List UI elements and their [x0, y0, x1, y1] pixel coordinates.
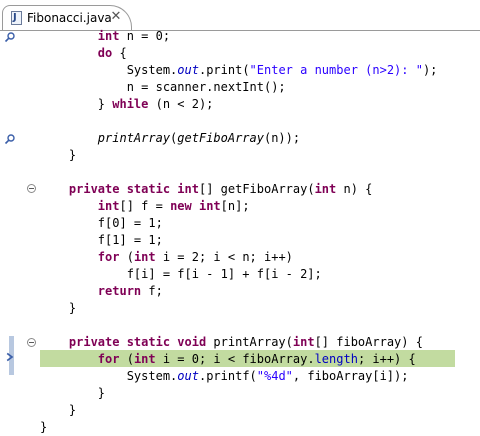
close-icon[interactable]: ✕: [109, 10, 123, 24]
code-line[interactable]: int[] f = new int[n];: [40, 198, 250, 215]
editor-tab-bar: J Fibonacci.java ✕: [0, 0, 480, 31]
search-occurrence-icon: [4, 134, 15, 145]
token-text: n = scanner.nextInt();: [40, 80, 286, 94]
token-text: n = 0;: [119, 29, 171, 43]
token-text: f;: [141, 284, 163, 298]
search-occurrence-icon: [4, 32, 15, 43]
code-line-current[interactable]: for (int i = 0; i < fiboArray.length; i+…: [40, 351, 416, 368]
token-kw: while: [112, 97, 149, 111]
token-field: out: [177, 369, 199, 383]
token-text: {: [112, 46, 127, 60]
token-kw: do: [97, 46, 113, 60]
token-text: f[0] = 1;: [40, 216, 163, 230]
token-kw: int: [97, 29, 120, 43]
token-text: }: [40, 97, 113, 111]
token-text: f[i] = f[i - 1] + f[i - 2];: [40, 267, 322, 281]
token-text: [] getFiboArray(: [198, 182, 315, 196]
token-text: [n];: [220, 199, 250, 213]
token-text: .print(: [198, 63, 250, 77]
token-text: ; i++) {: [357, 352, 416, 366]
token-text: (: [119, 352, 134, 366]
token-text: }: [40, 148, 77, 162]
token-ital: getFiboArray: [177, 131, 264, 145]
code-line[interactable]: f[1] = 1;: [40, 232, 163, 249]
token-kw: int: [97, 199, 120, 213]
token-kw: for: [97, 352, 120, 366]
token-kw: private static: [68, 182, 171, 196]
token-text: printArray(: [206, 335, 293, 349]
token-text: [] f =: [119, 199, 171, 213]
token-text: f[1] = 1;: [40, 233, 163, 247]
code-line[interactable]: for (int i = 2; i < n; i++): [40, 249, 293, 266]
token-text: (: [119, 250, 134, 264]
code-line[interactable]: System.out.print("Enter a number (n>2): …: [40, 62, 438, 79]
code-line[interactable]: } while (n < 2);: [40, 96, 214, 113]
token-text: i = 2; i < n; i++): [155, 250, 293, 264]
java-file-icon-letter: J: [13, 12, 17, 23]
token-kw: return: [97, 284, 142, 298]
token-text: .printf(: [198, 369, 257, 383]
token-kw: int: [177, 182, 199, 196]
token-text: n) {: [336, 182, 373, 196]
code-line[interactable]: }: [40, 402, 76, 419]
code-line[interactable]: return f;: [40, 283, 163, 300]
token-text: System.: [40, 63, 178, 77]
token-text: i = 0; i < fiboArray.: [155, 352, 315, 366]
token-kw: int: [133, 352, 156, 366]
code-line[interactable]: System.out.printf("%4d", fiboArray[i]);: [40, 368, 409, 385]
token-str: "Enter a number (n>2): ": [249, 63, 423, 77]
code-line[interactable]: n = scanner.nextInt();: [40, 79, 286, 96]
token-kw: int: [314, 182, 337, 196]
java-file-icon: J: [11, 11, 22, 25]
token-text: }: [40, 403, 77, 417]
tab-fibonacci-java[interactable]: J Fibonacci.java ✕: [2, 5, 132, 30]
token-field: out: [177, 63, 199, 77]
code-line[interactable]: }: [40, 419, 47, 436]
instruction-pointer-icon: [6, 352, 14, 362]
token-kw: for: [97, 250, 120, 264]
token-text: }: [40, 386, 106, 400]
token-ital: printArray: [97, 131, 171, 145]
token-text: (n < 2);: [148, 97, 214, 111]
code-line[interactable]: private static void printArray(int[] fib…: [40, 334, 423, 351]
code-line[interactable]: private static int[] getFiboArray(int n)…: [40, 181, 372, 198]
tab-title: Fibonacci.java: [27, 11, 112, 25]
code-line[interactable]: }: [40, 147, 76, 164]
fold-toggle-print-array[interactable]: [27, 338, 36, 347]
token-text: }: [40, 301, 77, 315]
token-text: (n));: [263, 131, 301, 145]
token-kw: int: [133, 250, 156, 264]
token-str: "%4d": [256, 369, 293, 383]
token-text: System.: [40, 369, 178, 383]
code-line[interactable]: printArray(getFiboArray(n));: [40, 130, 300, 147]
code-line[interactable]: }: [40, 385, 105, 402]
token-kw: int: [198, 199, 221, 213]
token-text: [] fiboArray) {: [314, 335, 423, 349]
token-text: , fiboArray[i]);: [292, 369, 409, 383]
token-field2: length: [314, 352, 358, 366]
code-line[interactable]: int n = 0;: [40, 28, 170, 45]
code-line[interactable]: do {: [40, 45, 127, 62]
code-line[interactable]: f[0] = 1;: [40, 215, 163, 232]
token-text: }: [40, 420, 48, 434]
code-line[interactable]: }: [40, 300, 76, 317]
token-kw: new: [170, 199, 192, 213]
token-text: );: [422, 63, 438, 77]
code-line[interactable]: f[i] = f[i - 1] + f[i - 2];: [40, 266, 322, 283]
token-kw: int: [292, 335, 315, 349]
fold-toggle-get-fibo-array[interactable]: [27, 184, 36, 193]
token-kw: private static void: [68, 335, 207, 349]
editor-left-ruler[interactable]: [0, 31, 15, 426]
